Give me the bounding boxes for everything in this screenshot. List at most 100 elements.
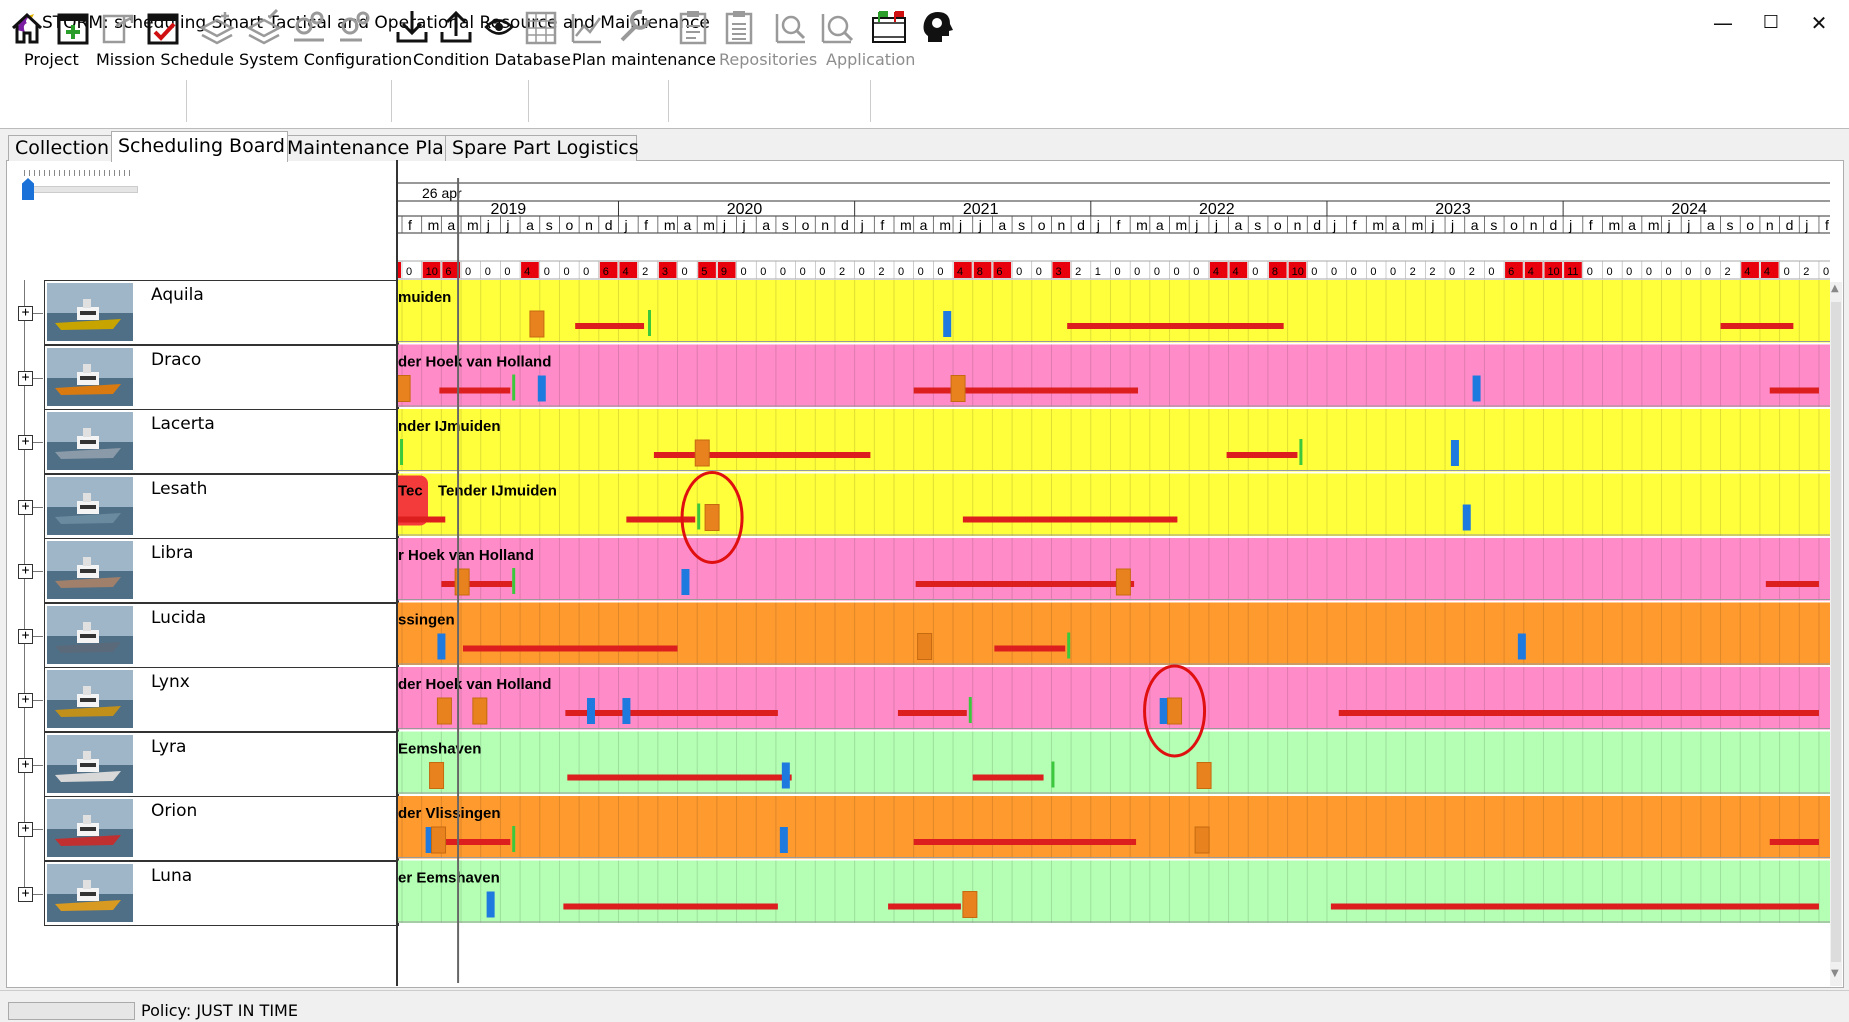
maintenance-bar[interactable] xyxy=(575,323,645,329)
inspection-marker[interactable] xyxy=(1517,633,1526,660)
maintenance-bar[interactable] xyxy=(1338,710,1819,716)
expand-icon[interactable]: + xyxy=(18,757,33,773)
expand-icon[interactable]: + xyxy=(18,693,33,708)
download-button[interactable] xyxy=(393,6,431,48)
home-button[interactable] xyxy=(8,6,46,48)
scroll-up-icon[interactable]: ▲ xyxy=(1831,283,1839,294)
resource-row-libra[interactable]: Libra xyxy=(44,538,399,603)
eye-button[interactable] xyxy=(480,6,518,48)
inspection-marker[interactable] xyxy=(1159,698,1168,724)
expand-icon[interactable]: + xyxy=(18,370,33,386)
milestone-marker[interactable] xyxy=(512,826,516,852)
clipboard-add-button[interactable] xyxy=(674,6,712,48)
maintenance-bar[interactable] xyxy=(653,452,871,458)
overhaul-marker[interactable] xyxy=(1194,826,1210,854)
overhaul-marker[interactable] xyxy=(1196,762,1212,789)
maintenance-bar[interactable] xyxy=(888,903,961,910)
overhaul-marker[interactable] xyxy=(529,310,545,338)
menu-mission-schedule[interactable]: Mission Schedule xyxy=(96,50,234,69)
export-doc-button[interactable] xyxy=(98,6,136,48)
overhaul-marker[interactable] xyxy=(1115,568,1131,596)
grid-button[interactable] xyxy=(522,6,560,48)
inspection-marker[interactable] xyxy=(537,375,546,402)
inspection-marker[interactable] xyxy=(943,311,952,337)
maintenance-bar[interactable] xyxy=(567,774,792,781)
close-button[interactable]: ✕ xyxy=(1796,6,1842,40)
overhaul-marker[interactable] xyxy=(472,697,488,725)
overhaul-marker[interactable] xyxy=(694,439,710,467)
overhaul-marker[interactable] xyxy=(1167,697,1183,725)
maintenance-bar[interactable] xyxy=(994,645,1066,652)
expand-icon[interactable]: + xyxy=(18,435,33,450)
schedule-row-libra[interactable] xyxy=(398,538,1830,601)
inspection-marker[interactable] xyxy=(622,698,631,724)
milestone-marker[interactable] xyxy=(1067,632,1071,659)
vertical-scrollbar-thumb[interactable] xyxy=(1831,302,1841,962)
menu-condition-database[interactable]: Condition Database xyxy=(413,50,571,69)
maintenance-bar[interactable] xyxy=(962,516,1178,523)
overhaul-marker[interactable] xyxy=(704,504,720,531)
maintenance-bar[interactable] xyxy=(563,903,778,910)
component-edit-button[interactable] xyxy=(336,6,374,48)
maintenance-bar[interactable] xyxy=(398,516,446,523)
expand-icon[interactable]: + xyxy=(18,564,33,579)
layer-edit-button[interactable] xyxy=(245,6,283,48)
schedule-row-lynx[interactable] xyxy=(398,667,1830,730)
overhaul-marker[interactable] xyxy=(917,633,933,660)
maintenance-bar[interactable] xyxy=(565,710,778,716)
schedule-row-draco[interactable] xyxy=(398,344,1830,408)
resource-row-aquila[interactable]: Aquila xyxy=(44,280,399,345)
milestone-marker[interactable] xyxy=(1051,761,1055,788)
resource-row-lyra[interactable]: Lyra xyxy=(44,731,399,797)
maintenance-bar[interactable] xyxy=(439,387,511,394)
inspection-marker[interactable] xyxy=(779,827,788,853)
minimize-button[interactable]: — xyxy=(1700,6,1746,40)
maintenance-bar[interactable] xyxy=(1330,903,1819,910)
milestone-marker[interactable] xyxy=(512,568,516,594)
maintenance-bar[interactable] xyxy=(1765,581,1819,587)
schedule-row-luna[interactable] xyxy=(398,860,1830,924)
zoom-slider[interactable] xyxy=(24,186,138,193)
scroll-down-icon[interactable]: ▼ xyxy=(1831,968,1839,979)
tab-spare-part-logistics[interactable]: Spare Part Logistics xyxy=(445,135,639,161)
maintenance-bar[interactable] xyxy=(441,581,513,587)
maintenance-bar[interactable] xyxy=(915,581,1135,587)
maintenance-bar[interactable] xyxy=(913,839,1137,845)
milestone-marker[interactable] xyxy=(648,310,651,336)
film-flag-button[interactable] xyxy=(870,6,908,48)
component-add-button[interactable] xyxy=(290,6,328,48)
maintenance-bar[interactable] xyxy=(913,387,1139,394)
schedule-row-lyra[interactable] xyxy=(398,731,1830,795)
inspection-marker[interactable] xyxy=(1462,504,1471,531)
gantt-chart[interactable]: 26 apr201920202021202220232024jfmamjjaso… xyxy=(398,178,1830,983)
zoom-search-button[interactable] xyxy=(818,6,856,48)
maintenance-bar[interactable] xyxy=(972,774,1044,781)
overhaul-marker[interactable] xyxy=(431,826,447,854)
milestone-marker[interactable] xyxy=(1299,439,1303,465)
resource-row-lacerta[interactable]: Lacerta xyxy=(44,409,399,474)
inspection-marker[interactable] xyxy=(681,569,690,595)
maintenance-bar[interactable] xyxy=(463,645,678,652)
calendar-check-button[interactable] xyxy=(144,6,182,48)
schedule-row-lesath[interactable] xyxy=(398,473,1830,537)
menu-project[interactable]: Project xyxy=(24,50,79,69)
tab-collection[interactable]: Collection xyxy=(8,135,120,161)
inspection-marker[interactable] xyxy=(437,633,446,660)
wrench-button[interactable] xyxy=(614,6,652,48)
milestone-marker[interactable] xyxy=(968,697,972,723)
resource-row-draco[interactable]: Draco xyxy=(44,344,399,410)
resource-row-luna[interactable]: Luna xyxy=(44,860,399,926)
schedule-row-lucida[interactable] xyxy=(398,602,1830,666)
expand-icon[interactable]: + xyxy=(18,886,33,902)
overhaul-marker[interactable] xyxy=(429,762,445,789)
resource-row-lucida[interactable]: Lucida xyxy=(44,602,399,668)
milestone-marker[interactable] xyxy=(697,503,701,530)
inspection-marker[interactable] xyxy=(486,891,495,918)
tab-maintenance-plans[interactable]: Maintenance Plans xyxy=(280,135,466,161)
maintenance-bar[interactable] xyxy=(1720,323,1794,329)
resource-row-orion[interactable]: Orion xyxy=(44,796,399,861)
maintenance-bar[interactable] xyxy=(1769,387,1819,394)
maintenance-bar[interactable] xyxy=(1769,839,1819,845)
brain-head-button[interactable] xyxy=(918,6,956,48)
inspection-marker[interactable] xyxy=(1472,375,1481,402)
